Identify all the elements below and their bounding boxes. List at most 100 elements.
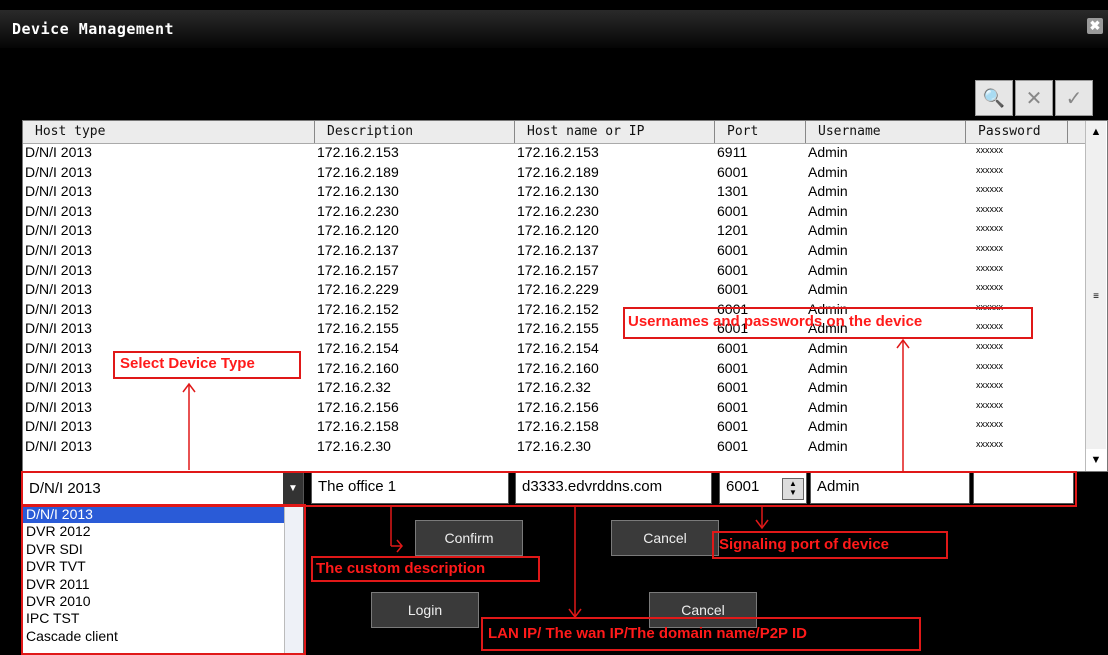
table-cell: 172.16.2.154	[517, 339, 599, 356]
table-cell: 172.16.2.32	[317, 379, 391, 396]
table-row[interactable]: D/N/I 2013 172.16.2.120 172.16.2.120 1201 Ad…	[23, 221, 1085, 241]
table-cell: 6001	[717, 241, 749, 258]
table-cell: 172.16.2.189	[317, 163, 399, 180]
table-row[interactable]: D/N/I 2013 172.16.2.230 172.16.2.230 6001 Ad…	[23, 202, 1085, 222]
usernames-annotation: Usernames and passwords on the device	[628, 313, 923, 330]
confirm-check-button[interactable]: ✓	[1055, 80, 1093, 116]
table-cell: xxxxxx	[976, 282, 1003, 293]
table-row[interactable]: D/N/I 2013 172.16.2.153 172.16.2.153 6911 Ad…	[23, 143, 1085, 163]
table-cell: Admin	[808, 398, 848, 415]
table-cell: Admin	[808, 183, 848, 200]
select-type-annotation: Select Device Type	[120, 355, 255, 372]
search-icon: 🔍	[982, 87, 1006, 108]
search-button[interactable]: 🔍	[975, 80, 1013, 116]
column-header[interactable]: Description	[315, 121, 515, 143]
table-cell: 172.16.2.229	[317, 281, 399, 298]
table-cell: 172.16.2.153	[517, 144, 599, 160]
table-cell: 172.16.2.30	[317, 437, 391, 454]
table-cell: xxxxxx	[976, 262, 1003, 273]
table-cell: xxxxxx	[976, 145, 1003, 155]
table-cell: 172.16.2.120	[517, 222, 599, 239]
table-row[interactable]: D/N/I 2013 172.16.2.137 172.16.2.137 6001 Ad…	[23, 241, 1085, 261]
table-body: D/N/I 2013 172.16.2.153 172.16.2.153 6911 Ad…	[23, 143, 1085, 457]
table-cell: 172.16.2.160	[517, 359, 599, 376]
table-cell: 6001	[717, 379, 749, 396]
delete-button[interactable]: ✕	[1015, 80, 1053, 116]
scroll-down-icon[interactable]: ▼	[1086, 449, 1106, 471]
table-cell: xxxxxx	[976, 203, 1003, 214]
table-cell: D/N/I 2013	[25, 418, 92, 435]
table-header: Host type Description Host name or IP Port U…	[23, 121, 1085, 144]
table-cell: Admin	[808, 202, 848, 219]
table-cell: 172.16.2.160	[317, 359, 399, 376]
table-cell: 172.16.2.152	[317, 300, 399, 317]
table-cell: D/N/I 2013	[25, 320, 92, 337]
table-cell: 6001	[717, 339, 749, 356]
table-cell: D/N/I 2013	[25, 202, 92, 219]
table-cell: 172.16.2.156	[317, 398, 399, 415]
table-cell: 172.16.2.155	[317, 320, 399, 337]
column-header[interactable]: Username	[806, 121, 966, 143]
device-table: Host type Description Host name or IP Port U…	[22, 120, 1108, 472]
table-row[interactable]: D/N/I 2013 172.16.2.158 172.16.2.158 6001 Ad…	[23, 417, 1085, 437]
table-cell: 6001	[717, 418, 749, 435]
table-scrollbar[interactable]: ▲ ≡ ▼	[1085, 121, 1106, 471]
confirm-button[interactable]: Confirm	[415, 520, 523, 556]
table-cell: 172.16.2.158	[317, 418, 399, 435]
login-button[interactable]: Login	[371, 592, 479, 628]
table-cell: 172.16.2.153	[317, 144, 399, 160]
input-row-annotation-box	[21, 471, 1077, 507]
table-cell: 172.16.2.120	[317, 222, 399, 239]
table-cell: xxxxxx	[976, 399, 1003, 410]
table-cell: 172.16.2.189	[517, 163, 599, 180]
column-header[interactable]: Host type	[23, 121, 315, 143]
table-row[interactable]: D/N/I 2013 172.16.2.157 172.16.2.157 6001 Ad…	[23, 261, 1085, 281]
check-icon: ✓	[1065, 87, 1083, 110]
table-cell: xxxxxx	[976, 419, 1003, 430]
table-cell: 172.16.2.30	[517, 437, 591, 454]
table-cell: 172.16.2.130	[317, 183, 399, 200]
table-cell: xxxxxx	[976, 380, 1003, 391]
table-cell: 6001	[717, 261, 749, 278]
table-cell: 172.16.2.230	[517, 202, 599, 219]
table-cell: Admin	[808, 144, 848, 160]
table-cell: D/N/I 2013	[25, 379, 92, 396]
column-header[interactable]: Host name or IP	[515, 121, 715, 143]
table-cell: D/N/I 2013	[25, 437, 92, 454]
close-button[interactable]: ✖	[1087, 18, 1103, 34]
table-row[interactable]: D/N/I 2013 172.16.2.30 172.16.2.30 6001 Admi…	[23, 437, 1085, 457]
table-cell: D/N/I 2013	[25, 183, 92, 200]
table-cell: 6911	[717, 144, 748, 160]
table-row[interactable]: D/N/I 2013 172.16.2.189 172.16.2.189 6001 Ad…	[23, 163, 1085, 183]
table-cell: D/N/I 2013	[25, 163, 92, 180]
column-header[interactable]: Password	[966, 121, 1068, 143]
table-cell: D/N/I 2013	[25, 281, 92, 298]
dropdown-annotation-box	[21, 504, 306, 655]
table-row[interactable]: D/N/I 2013 172.16.2.32 172.16.2.32 6001 Admi…	[23, 378, 1085, 398]
cancel-button[interactable]: Cancel	[611, 520, 719, 556]
table-cell: 6001	[717, 398, 749, 415]
table-cell: D/N/I 2013	[25, 144, 92, 160]
table-row[interactable]: D/N/I 2013 172.16.2.130 172.16.2.130 1301 Ad…	[23, 182, 1085, 202]
table-cell: Admin	[808, 222, 848, 239]
delete-icon: ✕	[1025, 87, 1043, 110]
table-row[interactable]: D/N/I 2013 172.16.2.156 172.16.2.156 6001 Ad…	[23, 398, 1085, 418]
table-cell: D/N/I 2013	[25, 222, 92, 239]
column-header[interactable]: Port	[715, 121, 806, 143]
table-cell: 172.16.2.32	[517, 379, 591, 396]
table-cell: 172.16.2.229	[517, 281, 599, 298]
table-cell: Admin	[808, 418, 848, 435]
table-cell: xxxxxx	[976, 184, 1003, 195]
table-cell: D/N/I 2013	[25, 261, 92, 278]
table-cell: Admin	[808, 241, 848, 258]
table-row[interactable]: D/N/I 2013 172.16.2.229 172.16.2.229 6001 Ad…	[23, 280, 1085, 300]
table-cell: 172.16.2.230	[317, 202, 399, 219]
table-cell: xxxxxx	[976, 438, 1003, 449]
table-cell: D/N/I 2013	[25, 241, 92, 258]
scroll-up-icon[interactable]: ▲	[1086, 121, 1106, 143]
table-cell: D/N/I 2013	[25, 300, 92, 317]
table-cell: 6001	[717, 359, 749, 376]
scroll-thumb[interactable]: ≡	[1088, 291, 1104, 305]
table-cell: 6001	[717, 437, 749, 454]
toolbar: 🔍 ✕ ✓	[975, 80, 1095, 116]
